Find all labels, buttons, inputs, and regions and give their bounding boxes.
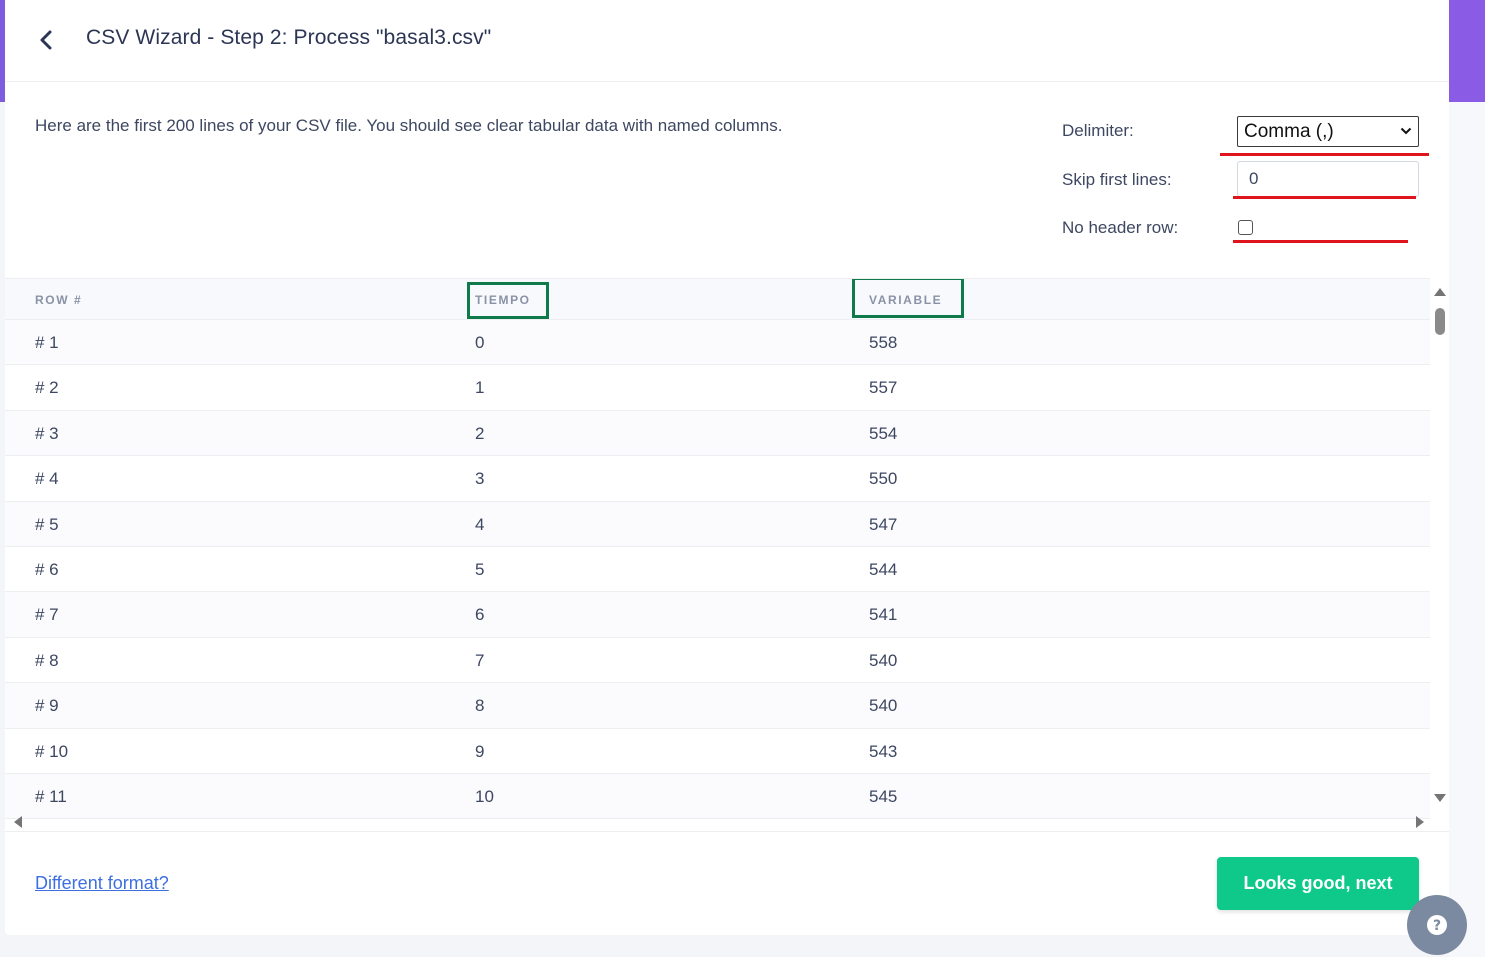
table-cell: 0 — [475, 333, 485, 352]
looks-good-next-button[interactable]: Looks good, next — [1217, 857, 1419, 910]
table-row: # 5 4 547 — [5, 501, 1430, 547]
table-cell: 1 — [475, 378, 485, 398]
table-cell: # 6 — [35, 559, 59, 579]
background-accent-right — [1449, 0, 1485, 102]
csv-preview-table: ROW # TIEMPO VARIABLE # 1 0 558 # 2 1 557 # 32… — [5, 278, 1430, 831]
intro-text: Here are the first 200 lines of your CSV… — [35, 116, 783, 135]
delimiter-select[interactable]: Comma (,) — [1237, 116, 1419, 147]
table-cell: # 5 — [35, 514, 59, 534]
background-strip — [1449, 102, 1485, 957]
table-cell: 547 — [869, 514, 898, 534]
delimiter-label: Delimiter: — [1062, 121, 1134, 140]
table-cell: 554 — [869, 423, 898, 443]
delimiter-value: Comma (,) — [1244, 120, 1334, 142]
table-cell: 6 — [475, 605, 485, 625]
table-cell: # 4 — [35, 469, 59, 489]
table-cell: 544 — [869, 559, 898, 579]
table-row: # 8 7 540 — [5, 637, 1430, 684]
table-row: # 9 8 540 — [5, 683, 1430, 729]
annotation-box — [467, 282, 549, 319]
table-row: # 7 6 541 — [5, 592, 1430, 638]
table-row: # 10 9 543 — [5, 728, 1430, 774]
table-row: # 4 3 550 — [5, 456, 1430, 502]
skip-lines-input[interactable]: 0 — [1237, 161, 1419, 197]
table-cell: 5 — [475, 559, 485, 579]
skip-lines-label: Skip first lines: — [1062, 170, 1172, 189]
table-cell: # 2 — [35, 378, 59, 398]
table-row: # 11 10 545 — [5, 773, 1430, 820]
csv-wizard-dialog: CSV Wizard - Step 2: Process "basal3.csv… — [5, 0, 1449, 935]
page-title: CSV Wizard - Step 2: Process "basal3.csv… — [86, 26, 492, 49]
annotation-underline — [1233, 240, 1408, 243]
annotation-underline — [1233, 196, 1416, 199]
dialog-header: CSV Wizard - Step 2: Process "basal3.csv… — [5, 0, 1449, 82]
table-cell: 540 — [869, 696, 898, 716]
table-cell: # 1 — [35, 333, 59, 352]
table-cell: 2 — [475, 423, 485, 443]
table-cell: # 10 — [35, 741, 69, 761]
table-cell: # 9 — [35, 696, 59, 716]
table-cell: 4 — [475, 514, 485, 534]
table-cell: 550 — [869, 469, 898, 489]
table-cell: 9 — [475, 741, 485, 761]
scroll-down-icon — [1434, 794, 1446, 802]
back-button[interactable] — [33, 26, 59, 54]
table-cell: 7 — [475, 650, 485, 670]
no-header-label: No header row: — [1062, 218, 1179, 237]
vertical-scrollbar[interactable] — [1434, 287, 1446, 807]
different-format-link[interactable]: Different format? — [35, 873, 169, 894]
table-cell: # 3 — [35, 423, 59, 443]
chevron-down-icon — [1400, 127, 1412, 135]
table-cell: 541 — [869, 605, 898, 625]
chevron-left-icon — [40, 30, 52, 50]
table-row: # 6 5 544 — [5, 546, 1430, 593]
annotation-underline — [1220, 153, 1429, 156]
table-header: ROW # TIEMPO VARIABLE — [5, 279, 1430, 320]
footer-divider — [5, 831, 1449, 832]
table-row: # 2 1 557 — [5, 365, 1430, 411]
table-cell: 558 — [869, 333, 898, 352]
table-row: # 1 0 558 — [5, 320, 1430, 366]
table-cell: # 7 — [35, 605, 59, 625]
table-row: # 3 2 554 — [5, 410, 1430, 457]
scroll-up-icon — [1434, 288, 1446, 296]
no-header-checkbox[interactable] — [1238, 220, 1253, 235]
column-header-row: ROW # — [35, 293, 83, 307]
table-cell: 543 — [869, 741, 898, 761]
svg-text:?: ? — [1433, 918, 1441, 934]
horizontal-scrollbar[interactable] — [13, 814, 1425, 830]
table-cell: # 11 — [35, 786, 67, 806]
scroll-left-icon — [14, 816, 22, 828]
skip-lines-value: 0 — [1249, 169, 1259, 188]
scroll-right-icon — [1416, 816, 1424, 828]
help-button[interactable]: ? — [1407, 895, 1467, 955]
table-cell: 10 — [475, 786, 494, 806]
table-cell: 8 — [475, 696, 485, 716]
table-cell: # 8 — [35, 650, 59, 670]
table-body: # 1 0 558 # 2 1 557 # 3 2 554 # 4 3 550 # 5 4 547 # 655… — [5, 320, 1430, 820]
scroll-thumb[interactable] — [1435, 308, 1445, 335]
table-cell: 557 — [869, 378, 898, 398]
table-cell: 545 — [869, 786, 898, 806]
question-icon: ? — [1427, 915, 1447, 935]
annotation-box — [852, 279, 964, 318]
table-cell: 3 — [475, 469, 485, 489]
table-cell: 540 — [869, 650, 898, 670]
